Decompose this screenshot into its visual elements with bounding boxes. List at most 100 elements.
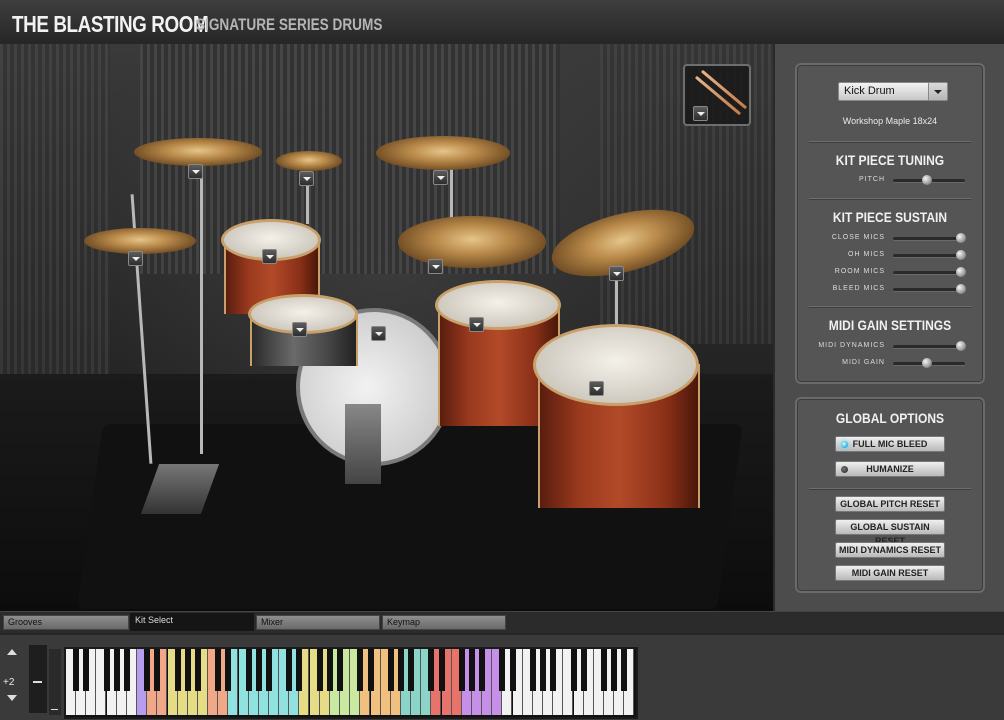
piano-black-key[interactable] [296,649,303,691]
piano-black-key[interactable] [387,649,394,691]
chevron-down-icon [928,83,947,100]
toggle-button[interactable]: FULL MIC BLEED [835,436,945,452]
piano-black-key[interactable] [580,649,587,691]
piano-black-key[interactable] [367,649,374,691]
octave-down-icon[interactable] [7,695,17,701]
hihat-menu-button[interactable] [188,164,203,179]
led-indicator-icon [841,466,848,473]
crash-main-menu-button[interactable] [428,259,443,274]
splash-menu-button[interactable] [299,171,314,186]
sustain-slider[interactable] [893,233,966,243]
slider-knob[interactable] [922,358,932,368]
tab-mixer[interactable]: Mixer [256,615,380,630]
slider-knob[interactable] [956,341,966,351]
app-title: THE BLASTING ROOM [12,11,209,37]
drum-kit-stage [0,44,773,611]
piano-black-key[interactable] [73,649,80,691]
piano-black-key[interactable] [499,649,506,691]
piano-black-key[interactable] [225,649,232,691]
sustain-slider[interactable] [893,284,966,294]
kit-piece-dropdown-value: Kick Drum [844,85,895,97]
kit-settings-sidebar: Kick Drum Workshop Maple 18x24 KIT PIECE… [773,44,1004,611]
slider-knob[interactable] [956,233,966,243]
reset-button[interactable]: MIDI DYNAMICS RESET [835,542,945,558]
piano-black-key[interactable] [611,649,618,691]
reset-button[interactable]: GLOBAL SUSTAIN RESET [835,519,945,546]
piano-black-key[interactable] [408,649,415,691]
piano-black-key[interactable] [286,649,293,691]
piano-black-key[interactable] [83,649,90,691]
floor-tom-2-menu-button[interactable] [589,381,604,396]
piano-black-key[interactable] [397,649,404,691]
kit-piece-dropdown[interactable]: Kick Drum [838,82,948,101]
piano-black-key[interactable] [509,649,516,691]
title-bar: THE BLASTING ROOM SIGNATURE SERIES DRUMS [0,0,1004,46]
piano-black-key[interactable] [337,649,344,691]
midi-slider[interactable] [893,358,965,368]
piano-black-key[interactable] [174,649,181,691]
piano-black-key[interactable] [428,649,435,691]
piano-black-key[interactable] [570,649,577,691]
tab-keymap[interactable]: Keymap [382,615,506,630]
piano-black-key[interactable] [184,649,191,691]
piano-black-key[interactable] [438,649,445,691]
piano-black-key[interactable] [479,649,486,691]
kit-piece-panel: Kick Drum Workshop Maple 18x24 KIT PIECE… [795,63,985,384]
piano-black-key[interactable] [326,649,333,691]
tab-kit-select[interactable]: Kit Select [130,613,254,631]
piano-black-key[interactable] [123,649,130,691]
reset-button[interactable]: GLOBAL PITCH RESET [835,496,945,512]
crash-left-menu-button[interactable] [128,251,143,266]
tuning-section-title: KIT PIECE TUNING [835,152,945,168]
tab-grooves[interactable]: Grooves [3,615,129,630]
sustain-slider[interactable] [893,250,966,260]
piano-black-key[interactable] [540,649,547,691]
piano-black-key[interactable] [458,649,465,691]
ride-menu-button[interactable] [433,170,448,185]
piano-black-key[interactable] [266,649,272,691]
reset-button[interactable]: MIDI GAIN RESET [835,565,945,581]
divider [809,198,971,200]
studio-wall-left [0,44,110,374]
stick-type-menu-button[interactable] [693,106,708,121]
rack-tom-menu-button[interactable] [262,249,277,264]
toggle-button[interactable]: HUMANIZE [835,461,945,477]
crash-cymbal-main [398,216,546,268]
piano-black-key[interactable] [194,649,201,691]
floor-tom-2-head [533,324,699,406]
piano-black-key[interactable] [215,649,222,691]
floor-tom-1-menu-button[interactable] [469,317,484,332]
plugin-window: THE BLASTING ROOM SIGNATURE SERIES DRUMS [0,0,1004,720]
tuning-slider[interactable] [893,175,965,185]
piano-black-key[interactable] [529,649,536,691]
stick-type-selector[interactable] [683,64,751,126]
piano-black-key[interactable] [154,649,161,691]
octave-shift-control: +2 [3,645,23,713]
slider-knob[interactable] [922,175,932,185]
piano-black-key[interactable] [103,649,110,691]
pitch-wheel[interactable] [29,645,47,713]
kick-menu-button[interactable] [371,326,386,341]
piano-black-key[interactable] [357,649,364,691]
tuning-slider-label: PITCH [859,176,885,183]
china-menu-button[interactable] [609,266,624,281]
piano-black-key[interactable] [621,649,628,691]
slider-knob[interactable] [956,267,966,277]
mod-wheel[interactable] [49,649,61,715]
piano-black-key[interactable] [144,649,151,691]
piano-black-key[interactable] [245,649,252,691]
slider-knob[interactable] [956,250,966,260]
piano-black-key[interactable] [255,649,262,691]
midi-slider[interactable] [893,341,966,351]
octave-up-icon[interactable] [7,649,17,655]
piano-black-key[interactable] [469,649,475,691]
global-options-panel: GLOBAL OPTIONS FULL MIC BLEED HUMANIZE GL… [795,397,985,593]
snare-menu-button[interactable] [292,322,307,337]
sustain-slider[interactable] [893,267,966,277]
slider-knob[interactable] [956,284,966,294]
piano-black-key[interactable] [600,649,607,691]
piano-black-key[interactable] [113,649,120,691]
led-indicator-icon [841,441,848,448]
piano-black-key[interactable] [550,649,557,691]
piano-black-key[interactable] [316,649,323,691]
